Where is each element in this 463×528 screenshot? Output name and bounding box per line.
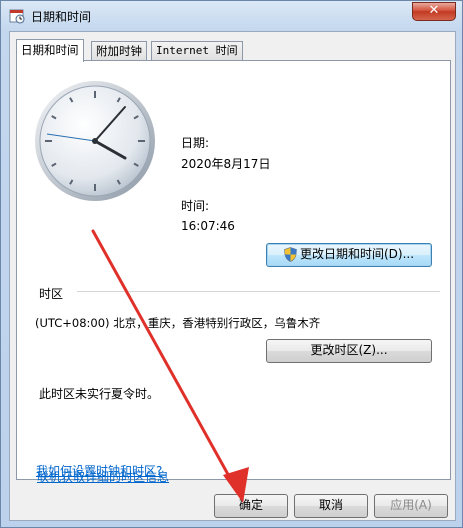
time-value: 16:07:46 [181,219,235,233]
change-date-time-button[interactable]: 更改日期和时间(D)... [266,243,432,267]
close-icon: ✕ [428,3,440,18]
ok-button[interactable]: 确定 [214,494,288,518]
window-title: 日期和时间 [31,10,92,24]
tab-additional-clocks[interactable]: 附加时钟 [91,41,147,61]
timezone-section-label: 时区 [39,287,64,301]
dialog-window: 日期和时间 ✕ 日期和时间 附加时钟 Internet 时间 日期: 2020年… [0,0,463,528]
tab-panel: 日期: 2020年8月17日 时间: 16:07:46 更改日期和时间(D)..… [16,60,451,484]
close-button[interactable]: ✕ [412,2,456,21]
dialog-client: 日期和时间 附加时钟 Internet 时间 日期: 2020年8月17日 时间… [9,31,456,521]
date-value: 2020年8月17日 [181,157,271,171]
dst-note: 此时区未实行夏令时。 [39,387,160,401]
time-label: 时间: [181,199,210,213]
timezone-value: (UTC+08:00) 北京，重庆，香港特别行政区，乌鲁木齐 [35,316,321,330]
tab-internet-time[interactable]: Internet 时间 [151,41,243,61]
cancel-button[interactable]: 取消 [294,494,368,518]
date-label: 日期: [181,136,210,150]
change-timezone-button[interactable]: 更改时区(Z)... [266,339,432,363]
how-to-set-link[interactable]: 我如何设置时钟和时区? [36,462,162,479]
clock-face-icon [35,81,155,201]
change-date-time-label: 更改日期和时间(D)... [299,247,415,261]
tab-date-time[interactable]: 日期和时间 [16,39,84,62]
section-divider [77,291,440,292]
calendar-clock-icon [9,9,25,24]
apply-button[interactable]: 应用(A) [374,494,448,518]
uac-shield-icon [284,247,297,262]
title-bar[interactable]: 日期和时间 ✕ [1,1,462,31]
